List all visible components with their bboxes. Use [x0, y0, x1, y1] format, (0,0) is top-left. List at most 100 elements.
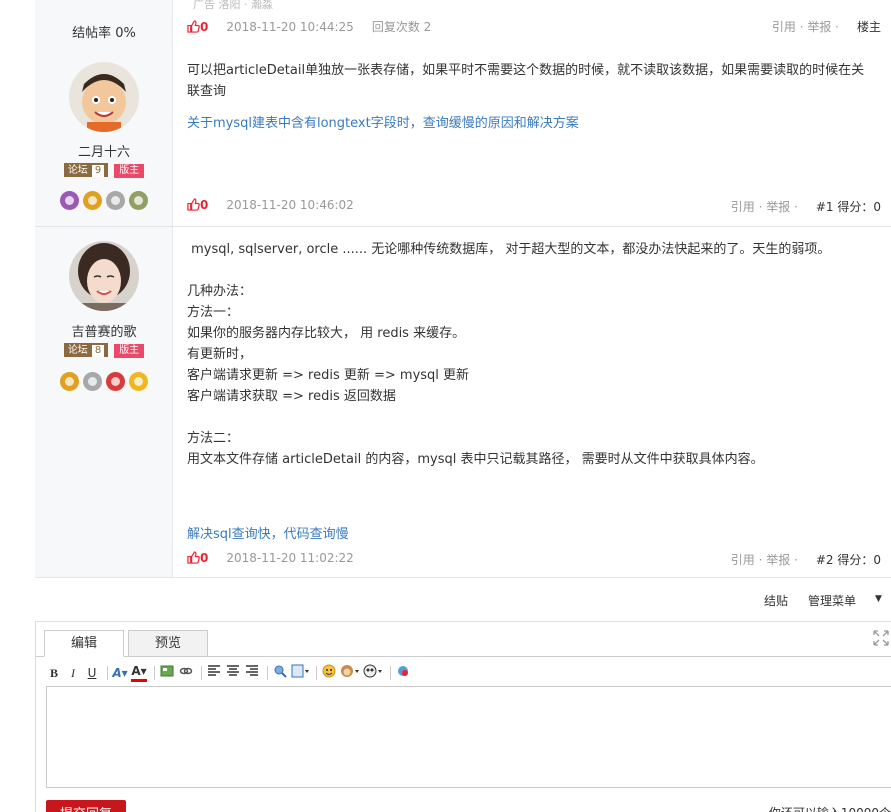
medals	[35, 372, 173, 391]
quote-icon[interactable]	[395, 664, 411, 682]
avatar[interactable]	[69, 241, 139, 311]
align-right-icon[interactable]	[244, 664, 260, 682]
manage-menu-button[interactable]: 管理菜单	[808, 592, 856, 609]
editor-toolbar: B I U A▾ A▾	[46, 664, 414, 684]
submit-reply-button[interactable]: 提交回复	[46, 800, 126, 812]
reply-date: 2018-11-20 10:46:02	[226, 198, 354, 212]
post-meta: 0 2018-11-20 10:44:25 回复次数 2	[187, 18, 431, 35]
medal-icon[interactable]	[106, 372, 125, 391]
forum-badge-label: 论坛	[67, 165, 88, 176]
related-link[interactable]: 关于mysql建表中含有longtext字段时，查询缓慢的原因和解决方案	[187, 112, 579, 131]
floor-score: #2 得分：0	[815, 553, 881, 567]
post-1-user-column: 结帖率 0% 二月十六 论坛 9 版主	[35, 0, 173, 226]
ad-text[interactable]: 广告 洛阳 · 瀚淼	[193, 0, 273, 11]
tab-divider	[36, 656, 891, 657]
floor-score: #1 得分：0	[815, 200, 881, 214]
like-count: 0	[200, 551, 209, 565]
italic-icon[interactable]: I	[65, 664, 81, 682]
link-icon[interactable]	[178, 664, 194, 682]
reply-date: 2018-11-20 11:02:22	[226, 551, 354, 565]
medal-icon[interactable]	[129, 372, 148, 391]
thumbs-up-icon	[187, 551, 200, 564]
toolbar-divider	[267, 666, 268, 680]
forum-level: 8	[91, 345, 105, 357]
fullscreen-icon[interactable]	[873, 630, 889, 646]
underline-icon[interactable]: U	[84, 664, 100, 682]
toolbar-divider	[107, 666, 108, 680]
post-2: 吉普赛的歌 论坛 8 版主 mysql, sqlserver, orcle ....…	[35, 227, 891, 578]
forum-level: 9	[91, 165, 105, 177]
ad-line: 广告 洛阳 · 瀚淼	[193, 0, 273, 12]
moderator-badge: 版主	[114, 164, 145, 178]
medal-icon[interactable]	[106, 191, 125, 210]
moderator-badge: 版主	[114, 344, 145, 358]
avatar[interactable]	[69, 62, 139, 132]
post-2-user-column: 吉普赛的歌 论坛 8 版主	[35, 227, 173, 577]
monkey-emoji-icon[interactable]	[340, 664, 360, 682]
chevron-down-icon[interactable]: ▼	[875, 594, 882, 604]
char-limit-hint: 你还可以输入10000个	[769, 804, 891, 812]
font-size-icon[interactable]: A▾	[112, 664, 128, 682]
like-button[interactable]: 0	[187, 20, 208, 34]
related-link[interactable]: 解决sql查询快，代码查询慢	[187, 523, 349, 542]
align-left-icon[interactable]	[206, 664, 222, 682]
post-text: mysql, sqlserver, orcle ...... 无论哪种传统数据库…	[187, 242, 831, 467]
thumbs-up-icon	[187, 20, 200, 33]
medal-icon[interactable]	[60, 372, 79, 391]
reply-actions: 引用 · 举报 · #1 得分：0	[731, 198, 881, 215]
toolbar-divider	[316, 666, 317, 680]
quote-report-links[interactable]: 引用 · 举报 ·	[772, 20, 839, 34]
avatar-image	[69, 241, 139, 311]
username[interactable]: 二月十六	[35, 141, 173, 160]
close-post-button[interactable]: 结贴	[764, 592, 788, 609]
forum-badge: 论坛 8	[63, 343, 109, 357]
reply-meta: 0 2018-11-20 11:02:22	[187, 551, 372, 565]
medal-icon[interactable]	[83, 372, 102, 391]
insert-code-icon[interactable]	[291, 664, 309, 682]
panda-emoji-icon[interactable]	[363, 664, 383, 682]
toolbar-divider	[201, 666, 202, 680]
forum-badge: 论坛 9	[63, 163, 109, 177]
quote-report-links[interactable]: 引用 · 举报 ·	[731, 553, 798, 567]
post-2-content-column: mysql, sqlserver, orcle ...... 无论哪种传统数据库…	[173, 227, 891, 577]
emoji-icon[interactable]	[321, 664, 337, 682]
tab-preview[interactable]: 预览	[128, 630, 208, 657]
user-badges: 论坛 9 版主	[35, 163, 173, 178]
reply-editor: 编辑 预览 B I U A▾ A▾	[35, 622, 891, 812]
post-body: 可以把articleDetail单独放一张表存储，如果平时不需要这个数据的时候，…	[187, 60, 877, 102]
reply-actions: 引用 · 举报 · #2 得分：0	[731, 551, 881, 568]
medal-icon[interactable]	[83, 191, 102, 210]
like-button[interactable]: 0	[187, 198, 208, 212]
bold-icon[interactable]: B	[46, 664, 62, 682]
user-badges: 论坛 8 版主	[35, 343, 173, 358]
post-date: 2018-11-20 10:44:25	[226, 20, 354, 34]
forum-badge-label: 论坛	[67, 345, 88, 356]
thread-action-bar: 结贴 管理菜单 ▼	[35, 578, 891, 622]
tab-edit[interactable]: 编辑	[44, 630, 124, 657]
like-button[interactable]: 0	[187, 551, 208, 565]
thumbs-up-icon	[187, 198, 200, 211]
post-text: 可以把articleDetail单独放一张表存储，如果平时不需要这个数据的时候，…	[187, 63, 865, 99]
toolbar-divider	[154, 666, 155, 680]
reply-count: 回复次数 2	[371, 20, 432, 34]
post-1-content-column: 广告 洛阳 · 瀚淼 0 2018-11-20 10:44:25 回复次数 2 引用…	[173, 0, 891, 226]
thread-page: 结帖率 0% 二月十六 论坛 9 版主 广告 洛阳 · 瀚淼 0 2018-11…	[35, 0, 891, 812]
post-1: 结帖率 0% 二月十六 论坛 9 版主 广告 洛阳 · 瀚淼 0 2018-11…	[35, 0, 891, 227]
medal-icon[interactable]	[60, 191, 79, 210]
like-count: 0	[200, 198, 209, 212]
image-icon[interactable]	[159, 664, 175, 682]
align-center-icon[interactable]	[225, 664, 241, 682]
post-actions: 引用 · 举报 · 楼主	[772, 18, 881, 35]
toolbar-divider	[390, 666, 391, 680]
like-count: 0	[200, 20, 209, 34]
medal-icon[interactable]	[129, 191, 148, 210]
font-color-icon[interactable]: A▾	[131, 664, 147, 682]
reply-textarea[interactable]	[46, 686, 891, 788]
medals	[35, 191, 173, 210]
avatar-image	[69, 62, 139, 132]
code-icon[interactable]	[272, 664, 288, 682]
quote-report-links[interactable]: 引用 · 举报 ·	[731, 200, 798, 214]
username[interactable]: 吉普赛的歌	[35, 321, 173, 340]
post-body: mysql, sqlserver, orcle ...... 无论哪种传统数据库…	[187, 239, 877, 470]
reply-meta: 0 2018-11-20 10:46:02	[187, 198, 372, 212]
